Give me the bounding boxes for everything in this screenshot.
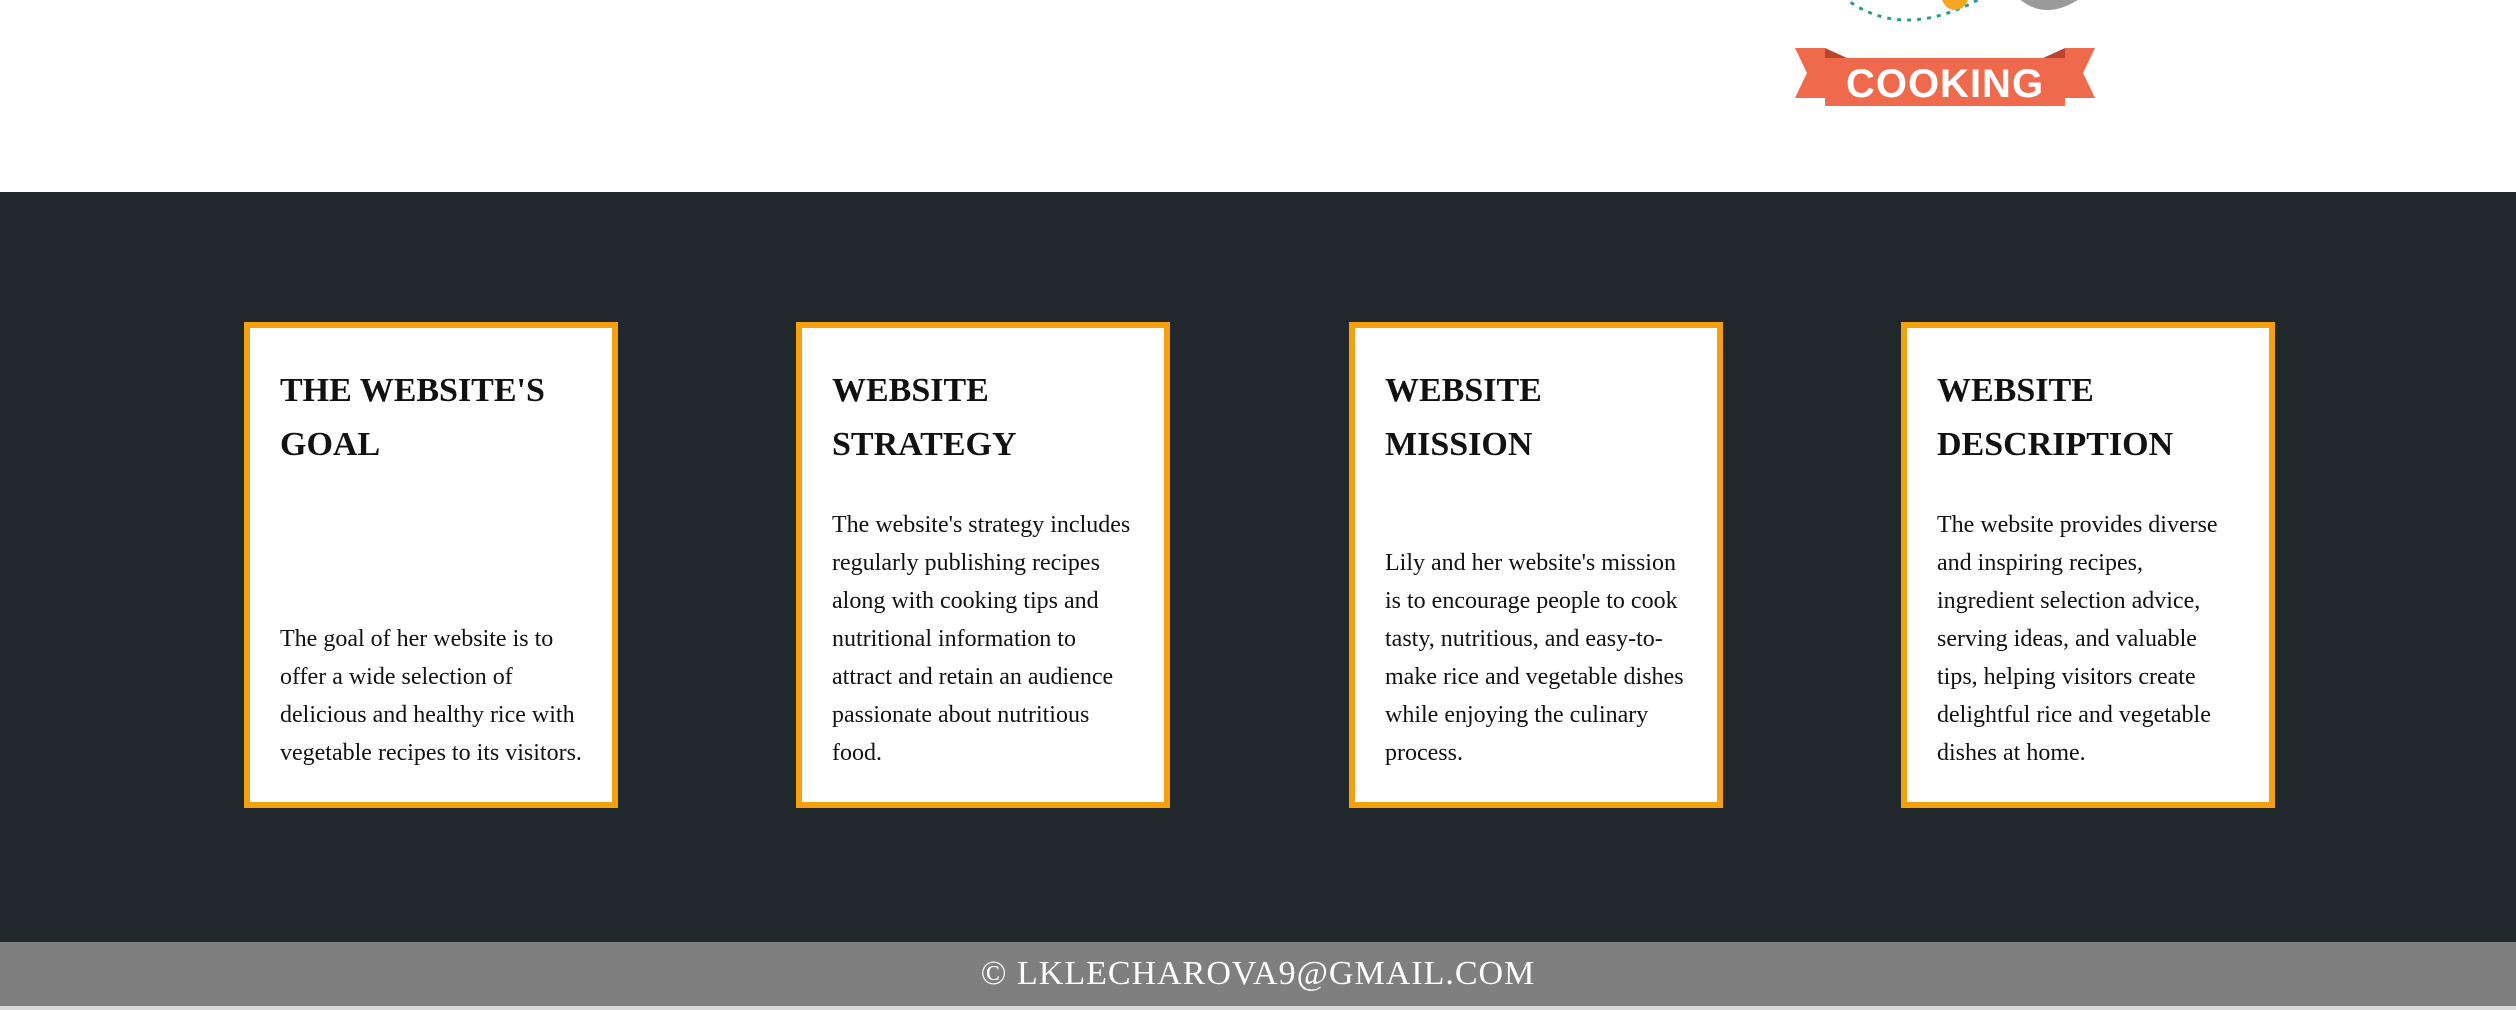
logo-ribbon-fold-left — [1825, 48, 1847, 58]
logo-text: COOKING — [1846, 62, 2044, 106]
info-section: THE WEBSITE'S GOAL The goal of her websi… — [0, 192, 2516, 942]
bottom-divider — [0, 1006, 2516, 1010]
logo-ribbon-right — [2065, 48, 2095, 98]
logo-ribbon-fold-right — [2043, 48, 2065, 58]
goal-card-title: THE WEBSITE'S GOAL — [280, 372, 545, 463]
description-card-text: The website provides diverse and inspiri… — [1937, 512, 2218, 766]
logo-ribbon-left — [1795, 48, 1825, 98]
logo-dotted-arc — [1844, 0, 1981, 22]
logo-grey-shape — [2020, 0, 2078, 10]
footer-copyright: © LKLECHAROVA9@GMAIL.COM — [980, 955, 1536, 992]
mission-card-text: Lily and her website's mission is to enc… — [1385, 550, 1684, 766]
strategy-card-title: WEBSITE STRATEGY — [832, 372, 1017, 463]
strategy-card: WEBSITE STRATEGY The website's strategy … — [796, 322, 1170, 808]
footer: © LKLECHAROVA9@GMAIL.COM — [0, 942, 2516, 1006]
cooking-logo: COOKING — [1795, 0, 2095, 106]
mission-card-title: WEBSITE MISSION — [1385, 372, 1542, 463]
description-card-title: WEBSITE DESCRIPTION — [1937, 372, 2174, 463]
header-band: COOKING — [0, 0, 2516, 192]
logo-orange-shape — [1942, 0, 1968, 10]
mission-card: WEBSITE MISSION Lily and her website's m… — [1349, 322, 1723, 808]
page: COOKING THE WEBSITE'S GOAL The goal of h… — [0, 0, 2516, 1010]
description-card: WEBSITE DESCRIPTION The website provides… — [1901, 322, 2275, 808]
goal-card: THE WEBSITE'S GOAL The goal of her websi… — [244, 322, 618, 808]
goal-card-text: The goal of her website is to offer a wi… — [280, 626, 582, 766]
strategy-card-text: The website's strategy includes regularl… — [832, 512, 1131, 766]
